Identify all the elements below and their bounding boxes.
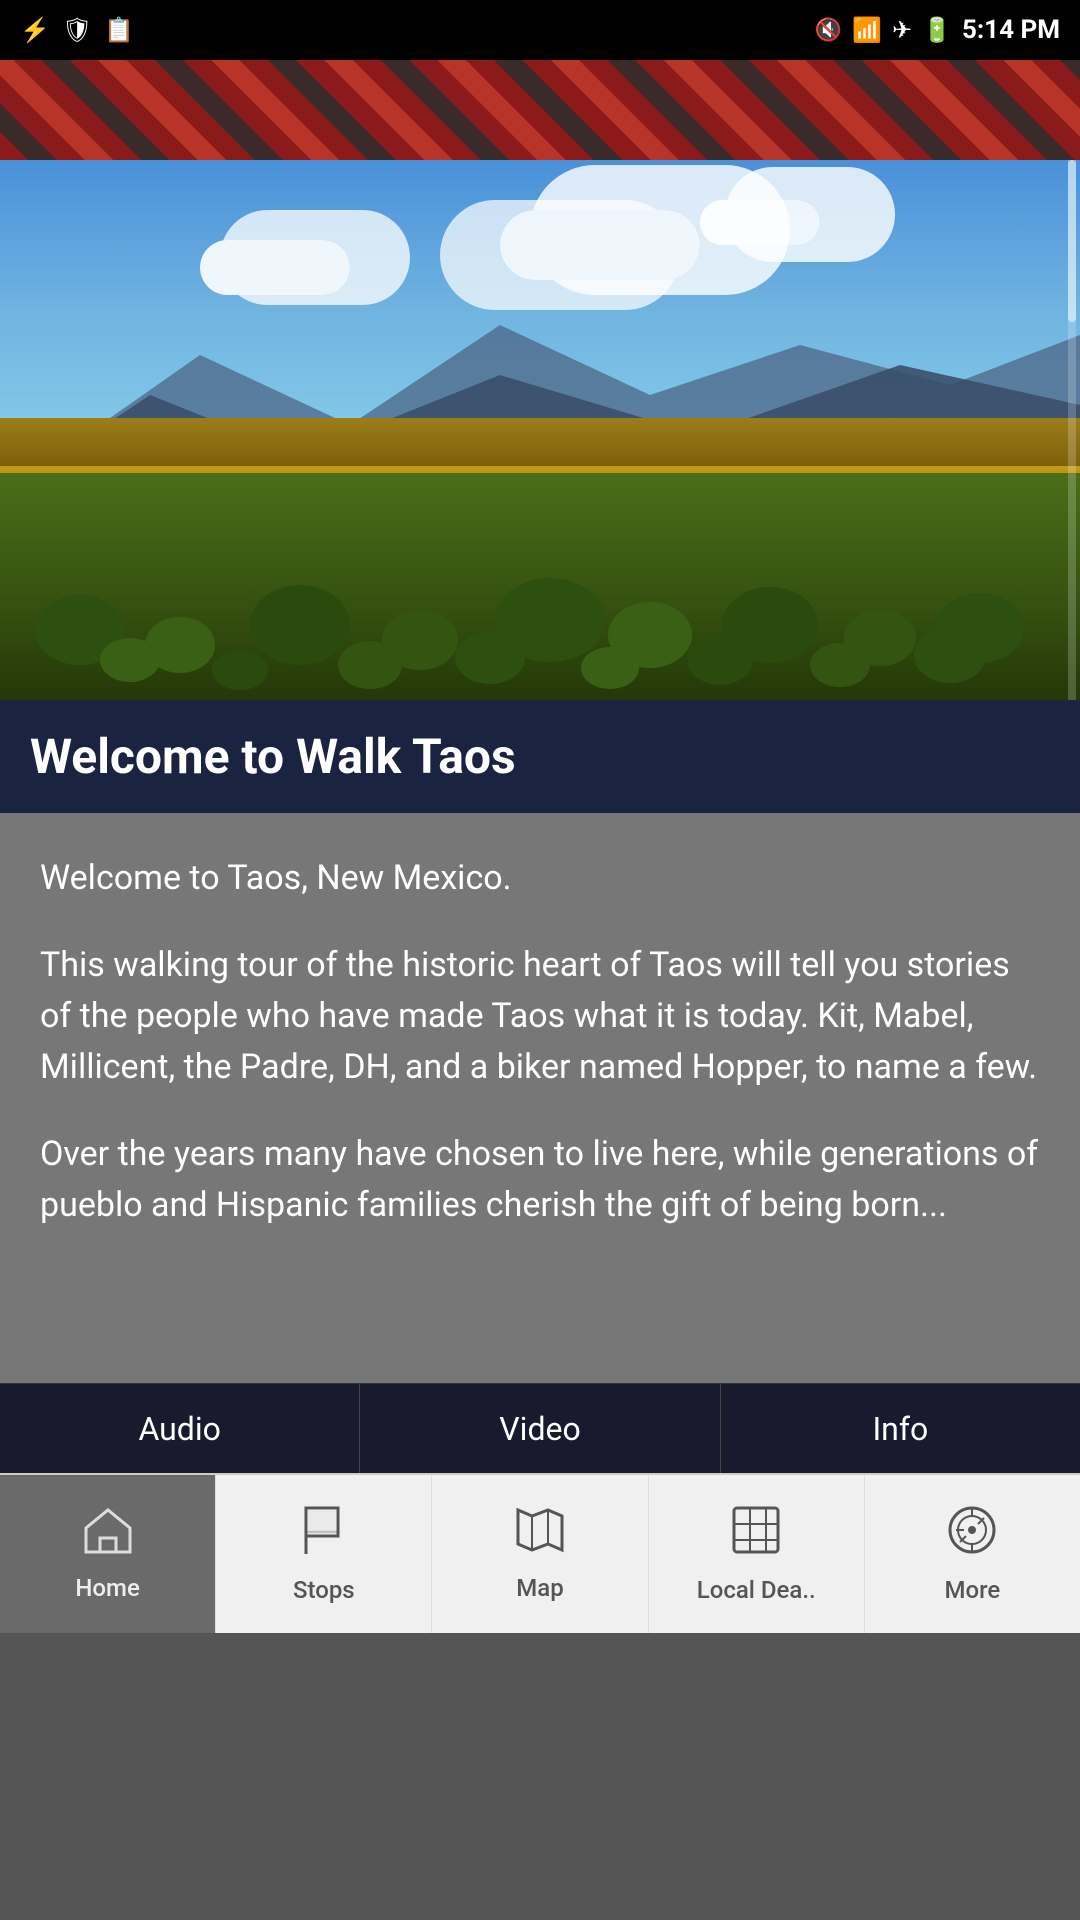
stops-icon (302, 1504, 346, 1568)
more-icon (946, 1504, 998, 1568)
scrollbar[interactable] (1068, 160, 1076, 700)
nav-more[interactable]: More (865, 1475, 1080, 1633)
nav-stops[interactable]: Stops (216, 1475, 432, 1633)
nav-map[interactable]: Map (432, 1475, 648, 1633)
status-icons-left: ⚡ 🛡 📋 (20, 16, 134, 44)
usb-icon: ⚡ (20, 16, 50, 44)
nav-home[interactable]: Home (0, 1475, 216, 1633)
nav-bar: Home Stops Map (0, 1473, 1080, 1633)
status-icons-right: 🔇 📶 ✈ 🔋 5:14 PM (815, 15, 1060, 45)
nav-home-label: Home (75, 1574, 139, 1602)
local-deals-icon (730, 1504, 782, 1568)
cloud-1 (500, 210, 700, 280)
status-time: 5:14 PM (962, 15, 1060, 45)
nav-more-label: More (945, 1576, 1001, 1604)
page-title: Welcome to Walk Taos (30, 728, 1050, 785)
pattern-header (0, 60, 1080, 160)
trees-svg (0, 450, 1080, 700)
wifi-icon: 📶 (852, 16, 882, 44)
content-paragraph-2: This walking tour of the historic heart … (40, 940, 1040, 1093)
tab-video[interactable]: Video (360, 1384, 720, 1473)
scrollbar-thumb[interactable] (1068, 160, 1076, 322)
nav-local-deals-label: Local Dea.. (697, 1576, 816, 1604)
chevron-pattern (0, 60, 1080, 160)
content-paragraph-1: Welcome to Taos, New Mexico. (40, 853, 1040, 904)
nav-stops-label: Stops (293, 1576, 355, 1604)
content-area: Welcome to Taos, New Mexico. This walkin… (0, 813, 1080, 1383)
status-bar: ⚡ 🛡 📋 🔇 📶 ✈ 🔋 5:14 PM (0, 0, 1080, 60)
home-icon (82, 1506, 134, 1566)
content-paragraph-3: Over the years many have chosen to live … (40, 1129, 1040, 1231)
nav-map-label: Map (516, 1574, 563, 1602)
tab-info[interactable]: Info (721, 1384, 1080, 1473)
hero-image (0, 160, 1080, 700)
battery-icon: 🔋 (922, 16, 952, 44)
shield-icon: 🛡 (62, 16, 92, 44)
tab-audio[interactable]: Audio (0, 1384, 360, 1473)
cloud-3 (700, 200, 820, 245)
media-tabs-bar: Audio Video Info (0, 1383, 1080, 1473)
nav-local-deals[interactable]: Local Dea.. (649, 1475, 865, 1633)
airplane-icon: ✈ (892, 16, 912, 44)
title-bar: Welcome to Walk Taos (0, 700, 1080, 813)
cloud-2 (200, 240, 350, 295)
vibrate-icon: 🔇 (815, 18, 842, 43)
map-icon (514, 1506, 566, 1566)
clipboard-icon: 📋 (104, 16, 134, 44)
